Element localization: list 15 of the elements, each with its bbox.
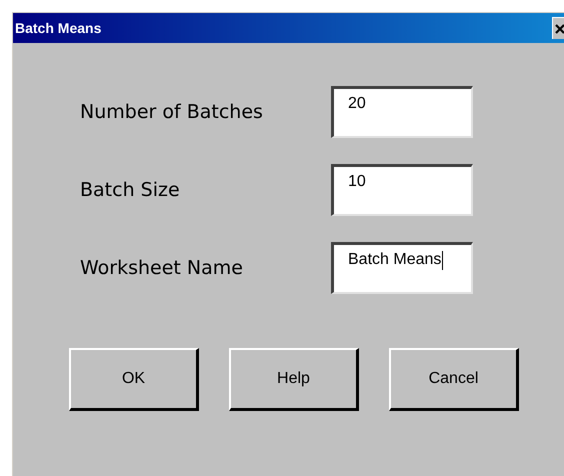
dialog-button[interactable]: Help: [229, 348, 359, 411]
dialog-button[interactable]: Cancel: [389, 348, 519, 411]
field-label: Number of Batches: [80, 101, 264, 123]
input-field[interactable]: Batch Means: [331, 242, 473, 294]
input-field[interactable]: 20: [331, 86, 473, 138]
field-value: Batch Means: [348, 251, 442, 269]
window-title: Batch Means: [15, 20, 102, 36]
field-label: Batch Size: [80, 179, 181, 201]
dialog-button[interactable]: OK: [69, 348, 199, 411]
field-value: 10: [348, 173, 366, 191]
input-field[interactable]: 10: [331, 164, 473, 216]
close-icon: [555, 24, 564, 34]
field-value: 20: [348, 95, 366, 113]
close-button[interactable]: [552, 17, 564, 39]
field-label: Worksheet Name: [80, 257, 244, 279]
